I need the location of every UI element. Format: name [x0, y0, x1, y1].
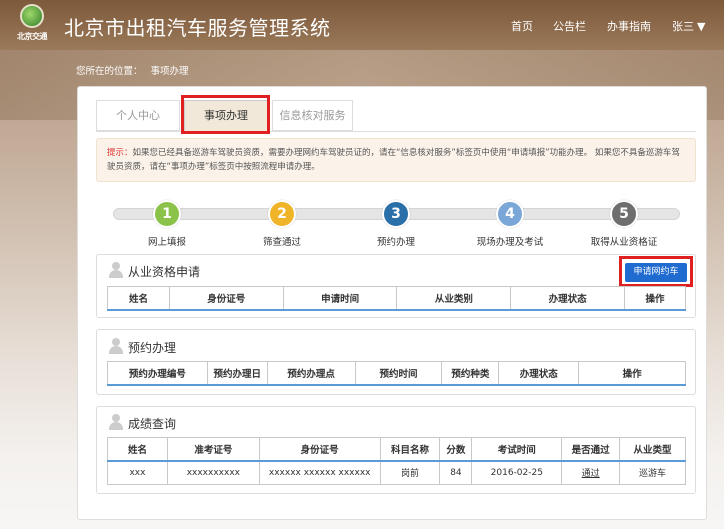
step-label-3: 预约办理 — [376, 237, 415, 248]
appointment-title: 预约办理 — [128, 341, 177, 355]
notice-text: 如果您已经具备巡游车驾驶员资质，需要办理网约车驾驶员证的，请在“信息核对服务”标… — [107, 148, 680, 172]
nav-announcements[interactable]: 公告栏 — [553, 18, 586, 34]
column-header: 身份证号 — [258, 437, 381, 461]
column-header: 身份证号 — [168, 286, 284, 310]
top-nav: 首页 公告栏 办事指南 张三 ▼ — [0, 18, 724, 34]
step-label-5: 取得从业资格证 — [590, 237, 658, 248]
column-header: 操作 — [624, 286, 686, 310]
person-icon — [108, 262, 124, 278]
step-circle-5: 5 — [610, 200, 638, 228]
column-header: 从业类型 — [619, 437, 686, 461]
notice-box: 提示：如果您已经具备巡游车驾驶员资质，需要办理网约车驾驶员证的，请在“信息核对服… — [96, 138, 696, 182]
person-icon — [108, 338, 124, 354]
column-header: 办理状态 — [510, 286, 626, 310]
person-icon — [108, 414, 124, 430]
step-label-2: 筛查通过 — [262, 237, 301, 248]
table-row: xxx xxxxxxxxxx xxxxxx xxxxxx xxxxxx 岗前 8… — [107, 460, 686, 485]
cell-subject: 岗前 — [379, 460, 441, 485]
column-header: 分数 — [439, 437, 473, 461]
cell-pass-link[interactable]: 通过 — [561, 460, 621, 485]
cell-score: 84 — [439, 460, 473, 485]
column-header: 预约时间 — [354, 361, 443, 385]
step-circle-1: 1 — [153, 200, 181, 228]
scores-title: 成绩查询 — [128, 417, 177, 431]
column-header: 预约办理点 — [266, 361, 356, 385]
scores-table: 姓名 准考证号 身份证号 科目名称 分数 考试时间 是否通过 从业类型 xxx … — [107, 437, 686, 485]
chevron-down-icon: ▼ — [697, 20, 706, 33]
cell-exam-date: 2016-02-25 — [471, 460, 563, 485]
table-header-row: 姓名 准考证号 身份证号 科目名称 分数 考试时间 是否通过 从业类型 — [107, 437, 686, 461]
tab-highlight-box — [181, 95, 270, 134]
table-header-row: 姓名 身份证号 申请时间 从业类别 办理状态 操作 — [107, 286, 686, 310]
notice-label: 提示： — [107, 148, 133, 158]
column-header: 姓名 — [107, 286, 170, 310]
qualification-title: 从业资格申请 — [128, 265, 201, 279]
breadcrumb: 您所在的位置： 事项办理 — [76, 63, 189, 77]
appointment-table: 预约办理编号 预约办理日 预约办理点 预约时间 预约种类 办理状态 操作 — [107, 361, 686, 386]
apply-button-highlight-box — [619, 256, 693, 287]
cell-name: xxx — [107, 460, 168, 485]
user-menu[interactable]: 张三 ▼ — [672, 18, 705, 34]
nav-guide[interactable]: 办事指南 — [607, 18, 651, 34]
tab-personal-center[interactable]: 个人中心 — [96, 100, 180, 131]
cell-id-number: xxxxxx xxxxxx xxxxxx — [258, 460, 381, 485]
column-header: 预约种类 — [441, 361, 500, 385]
tab-info-verify[interactable]: 信息核对服务 — [272, 100, 353, 131]
column-header: 是否通过 — [561, 437, 621, 461]
column-header: 准考证号 — [166, 437, 260, 461]
column-header: 申请时间 — [282, 286, 398, 310]
column-header: 操作 — [578, 361, 686, 385]
breadcrumb-prefix: 您所在的位置： — [76, 66, 143, 77]
column-header: 办理状态 — [498, 361, 580, 385]
column-header: 科目名称 — [379, 437, 441, 461]
column-header: 姓名 — [107, 437, 168, 461]
cell-business-type: 巡游车 — [619, 460, 686, 485]
column-header: 从业类别 — [396, 286, 512, 310]
step-circle-3: 3 — [382, 200, 410, 228]
cell-exam-number: xxxxxxxxxx — [166, 460, 260, 485]
column-header: 考试时间 — [471, 437, 563, 461]
step-label-1: 网上填报 — [147, 237, 186, 248]
table-header-row: 预约办理编号 预约办理日 预约办理点 预约时间 预约种类 办理状态 操作 — [107, 361, 686, 385]
nav-home[interactable]: 首页 — [511, 18, 533, 34]
qualification-table: 姓名 身份证号 申请时间 从业类别 办理状态 操作 — [107, 286, 686, 311]
step-label-4: 现场办理及考试 — [476, 237, 544, 248]
column-header: 预约办理日 — [206, 361, 268, 385]
breadcrumb-current: 事项办理 — [150, 66, 189, 77]
user-name: 张三 — [672, 20, 694, 33]
step-circle-4: 4 — [496, 200, 524, 228]
column-header: 预约办理编号 — [107, 361, 208, 385]
step-circle-2: 2 — [268, 200, 296, 228]
